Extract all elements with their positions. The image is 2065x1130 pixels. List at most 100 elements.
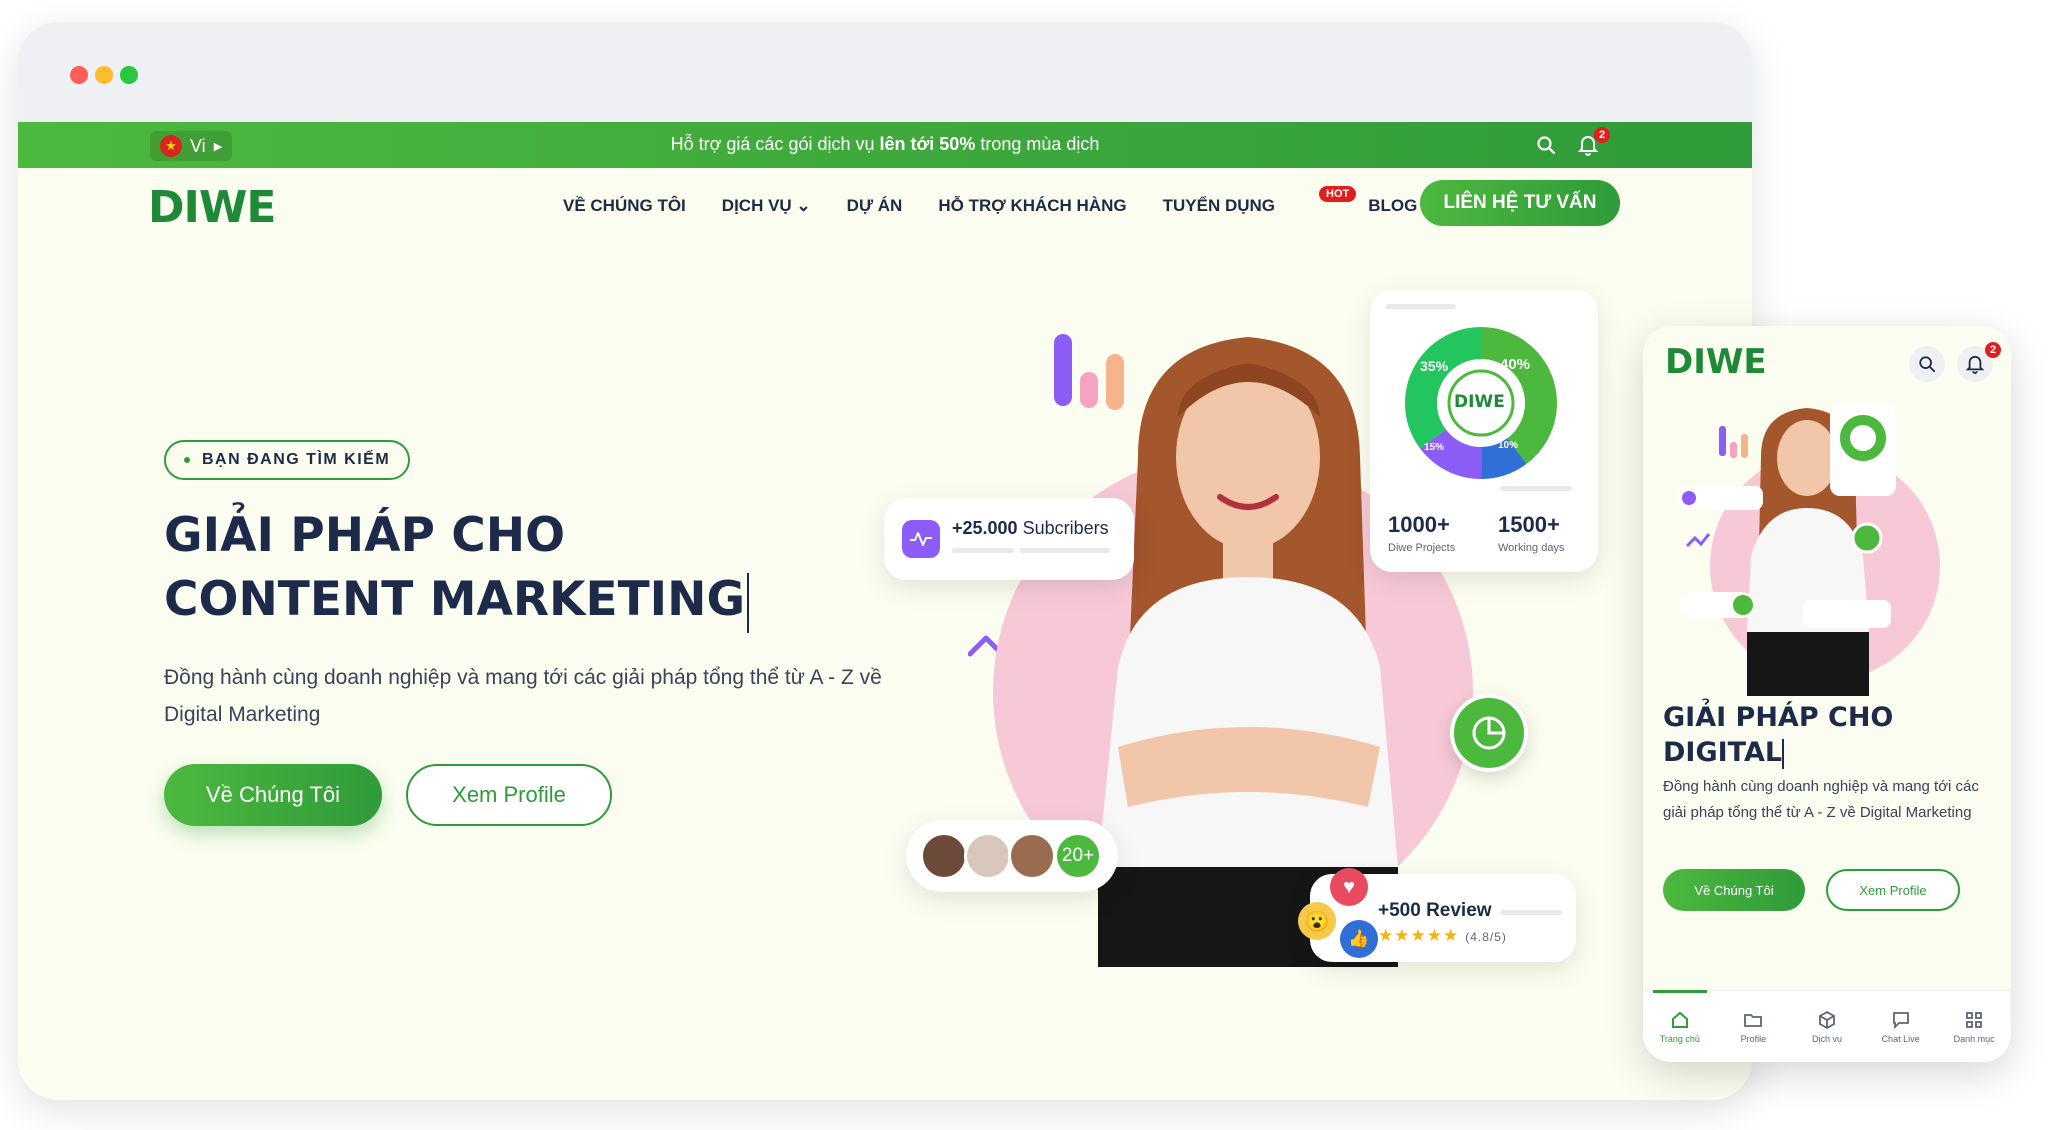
hero-title-line2-wrap: CONTENT MARKETING — [164, 568, 750, 633]
subscribers-card: +25.000 Subcribers — [884, 498, 1134, 580]
promo-suffix: trong mùa dịch — [975, 134, 1100, 154]
mobile-mockup: DIWE 2 GIẢI PHÁP CHO DIGITAL Đồng hành c… — [1643, 326, 2011, 1062]
box-icon — [1819, 1010, 1835, 1029]
donut-pct-right: 40% — [1500, 356, 1531, 373]
tab-home-label: Trang chủ — [1659, 1033, 1700, 1044]
grid-icon — [1966, 1011, 1983, 1028]
donut-logo: DIWE — [1454, 392, 1505, 412]
heart-icon: ♥ — [1330, 868, 1368, 906]
desktop-browser-window: ★ Vi ▶ Hỗ trợ giá các gói dịch vụ lên tớ… — [18, 22, 1752, 1100]
avatar — [920, 832, 968, 880]
page-stage: ★ Vi ▶ Hỗ trợ giá các gói dịch vụ lên tớ… — [0, 0, 2065, 1130]
nav-item-support[interactable]: HỖ TRỢ KHÁCH HÀNG — [938, 196, 1126, 216]
search-icon[interactable] — [1532, 131, 1560, 159]
mobile-bottom-tabbar: Trang chủ Profile Dịch vụ Chat Live Danh… — [1643, 990, 2011, 1062]
tab-chat[interactable]: Chat Live — [1864, 991, 1938, 1062]
tab-services[interactable]: Dịch vụ — [1790, 991, 1864, 1062]
promo-highlight: lên tới 50% — [879, 134, 976, 154]
mobile-search-icon[interactable] — [1909, 346, 1945, 382]
contact-cta-button[interactable]: LIÊN HỆ TƯ VẤN — [1420, 180, 1620, 226]
review-count: +500 Review — [1378, 900, 1492, 921]
nav-item-projects[interactable]: DỰ ÁN — [847, 196, 903, 216]
chat-icon — [1892, 1011, 1909, 1029]
hero-description: Đồng hành cùng doanh nghiệp và mang tới … — [164, 666, 882, 726]
more-people-badge: 20+ — [1054, 832, 1102, 880]
mobile-title-line1: GIẢI PHÁP CHO — [1663, 702, 1894, 733]
folder-icon — [1744, 1013, 1763, 1027]
maximize-window-button[interactable] — [120, 66, 138, 84]
bell-icon[interactable]: 2 — [1574, 127, 1610, 159]
nav-item-careers[interactable]: TUYỂN DỤNG HOT — [1162, 186, 1357, 216]
mobile-notification-badge: 2 — [1985, 342, 2001, 358]
tab-services-label: Dịch vụ — [1811, 1033, 1842, 1044]
hot-badge: HOT — [1319, 186, 1357, 202]
nav-item-services[interactable]: DỊCH VỤ ⌄ — [722, 196, 811, 216]
promo-text: Hỗ trợ giá các gói dịch vụ lên tới 50% t… — [18, 134, 1752, 155]
stats-bar-mid — [1500, 486, 1572, 491]
activity-icon — [902, 520, 940, 558]
hero-tag-label: BẠN ĐANG TÌM KIẾM — [202, 451, 391, 468]
tag-dot-icon — [184, 457, 190, 463]
projects-label: Diwe Projects — [1388, 542, 1456, 554]
tab-categories-label: Danh mục — [1953, 1033, 1995, 1044]
subscribers-count: +25.000 — [952, 518, 1018, 538]
about-us-button[interactable]: Về Chúng Tôi — [164, 764, 382, 826]
subscribers-bar-1 — [952, 548, 1014, 553]
mobile-title-line2: DIGITAL — [1663, 737, 1783, 768]
tab-home[interactable]: Trang chủ — [1643, 990, 1717, 1062]
promo-prefix: Hỗ trợ giá các gói dịch vụ — [670, 134, 880, 154]
hero-tag: BẠN ĐANG TÌM KIẾM — [164, 440, 411, 480]
nav-menu: VỀ CHÚNG TÔI DỊCH VỤ ⌄ DỰ ÁN HỖ TRỢ KHÁC… — [563, 186, 1417, 216]
notification-badge: 2 — [1594, 127, 1610, 143]
diwe-logo[interactable]: DIWE — [148, 182, 276, 233]
hero-title-line1: GIẢI PHÁP CHO — [164, 508, 566, 563]
avatar — [1008, 832, 1056, 880]
mobile-hero-image — [1677, 404, 1940, 696]
typing-caret — [747, 572, 750, 633]
view-profile-button[interactable]: Xem Profile — [406, 764, 612, 826]
mobile-bell-icon[interactable]: 2 — [1957, 342, 2001, 382]
nav-item-blog[interactable]: BLOG — [1368, 196, 1417, 216]
subscribers-label: Subcribers — [1017, 518, 1109, 538]
tab-chat-label: Chat Live — [1881, 1033, 1920, 1044]
rating-stars: ★★★★★ (4.8/5) — [1378, 926, 1507, 946]
mobile-title-line2-wrap: DIGITAL — [1663, 735, 1893, 770]
wow-emoji-icon: 😮 — [1298, 902, 1336, 940]
review-bar — [1500, 910, 1562, 915]
mobile-hero-description: Đồng hành cùng doanh nghiệp và mang tới … — [1663, 778, 1979, 821]
tab-profile[interactable]: Profile — [1717, 991, 1791, 1062]
hero-title: GIẢI PHÁP CHO CONTENT MARKETING — [164, 504, 750, 633]
main-navigation: DIWE VỀ CHÚNG TÔI DỊCH VỤ ⌄ DỰ ÁN HỖ TRỢ… — [18, 168, 1752, 240]
subscribers-bar-2 — [1020, 548, 1110, 553]
nav-item-about[interactable]: VỀ CHÚNG TÔI — [563, 196, 686, 216]
like-icon: 👍 — [1340, 920, 1378, 958]
mobile-about-us-button[interactable]: Về Chúng Tôi — [1663, 869, 1805, 911]
window-titlebar — [18, 22, 1752, 122]
mobile-diwe-logo[interactable]: DIWE — [1665, 342, 1767, 382]
working-days-count: 1500+ — [1498, 512, 1560, 537]
mobile-typing-caret — [1782, 738, 1785, 769]
star-icons: ★★★★★ — [1378, 926, 1460, 945]
donut-pct-left: 35% — [1420, 358, 1449, 374]
review-score: (4.8/5) — [1465, 930, 1507, 944]
mobile-view-profile-button[interactable]: Xem Profile — [1826, 869, 1960, 911]
donut-pct-bottom-right: 10% — [1498, 440, 1519, 451]
close-window-button[interactable] — [70, 66, 88, 84]
home-icon — [1671, 1011, 1688, 1028]
nav-item-careers-label: TUYỂN DỤNG — [1162, 196, 1276, 215]
tab-categories[interactable]: Danh mục — [1937, 991, 2011, 1062]
stats-card: DIWE 35% 40% 15% 10% 1000+ Diwe Projects… — [1370, 290, 1598, 572]
promo-topbar: ★ Vi ▶ Hỗ trợ giá các gói dịch vụ lên tớ… — [18, 122, 1752, 168]
working-days-label: Working days — [1498, 542, 1565, 554]
hero-title-line2: CONTENT MARKETING — [164, 572, 746, 627]
tab-profile-label: Profile — [1740, 1033, 1767, 1044]
subscribers-text: +25.000 Subcribers — [952, 518, 1109, 539]
mobile-hero-title: GIẢI PHÁP CHO DIGITAL — [1663, 700, 1893, 770]
team-avatars-card: 20+ — [906, 820, 1118, 892]
minimize-window-button[interactable] — [95, 66, 113, 84]
avatar — [964, 832, 1012, 880]
donut-pct-bottom-left: 15% — [1424, 442, 1445, 453]
stats-bar-top — [1386, 304, 1456, 309]
pie-chart-icon — [1450, 694, 1528, 772]
projects-count: 1000+ — [1388, 512, 1450, 537]
